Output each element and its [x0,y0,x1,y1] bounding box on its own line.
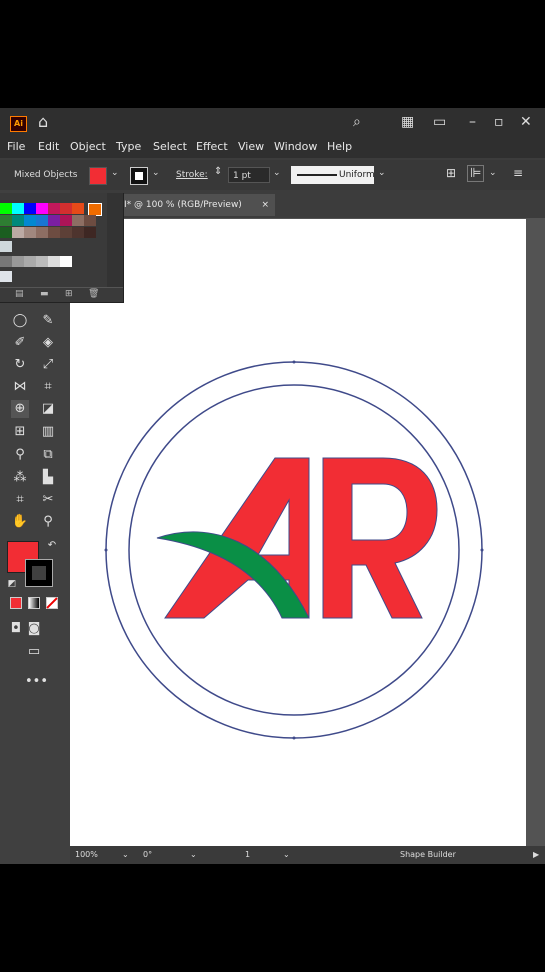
gradient-tool-icon[interactable]: ▥ [39,423,57,441]
swatches-popup: ▤ ▬ ⊞ 🗑 [0,193,124,303]
stroke-color-box[interactable] [25,559,53,587]
swatch-libraries-icon[interactable]: ▤ [15,289,24,299]
swatch[interactable] [24,203,36,214]
width-tool-icon[interactable]: ⋈ [11,378,29,396]
swatch[interactable] [36,215,48,226]
swatch[interactable] [72,227,84,238]
default-colors-icon[interactable]: ◩ [3,575,21,593]
palette-scrollbar[interactable] [107,193,123,288]
mesh-tool-icon[interactable]: ⊞ [11,423,29,441]
draw-mode-icon[interactable]: ◘ [7,620,25,638]
swatch[interactable] [48,203,60,214]
artboard-number[interactable]: 1 [245,850,250,859]
chevron-down-icon[interactable]: ⌄ [122,850,129,859]
swatch[interactable] [36,256,48,267]
new-swatch-icon[interactable]: ⊞ [65,289,73,299]
swatch[interactable] [24,256,36,267]
more-tools-icon[interactable]: ••• [25,673,48,691]
scale-tool-icon[interactable]: ⤢ [39,356,57,374]
swatch[interactable] [0,256,12,267]
swatch[interactable] [60,227,72,238]
swatch[interactable] [60,256,72,267]
perspective-tool-icon[interactable]: ◪ [39,400,57,418]
swatch[interactable] [36,203,48,214]
graph-tool-icon[interactable]: ▙ [39,469,57,487]
eyedropper-tool-icon[interactable]: ⚲ [11,446,29,464]
chevron-down-icon[interactable]: ⌄ [283,850,290,859]
swatch[interactable] [12,203,24,214]
swatch[interactable] [48,215,60,226]
swatch[interactable] [72,215,84,226]
symbol-sprayer-tool-icon[interactable]: ⁂ [11,469,29,487]
color-mode-icon[interactable] [7,597,25,615]
swatch[interactable] [36,227,48,238]
paintbrush-tool-icon[interactable]: ✎ [39,312,57,330]
delete-icon[interactable]: 🗑 [88,289,99,299]
chevron-down-icon[interactable]: ⌄ [190,850,197,859]
letter-r-shape [322,457,438,619]
swatch[interactable] [24,227,36,238]
swatch[interactable] [84,227,96,238]
artwork-layer [104,360,484,740]
zoom-tool-icon[interactable]: ⚲ [39,513,57,531]
swatch[interactable] [0,227,12,238]
play-icon[interactable]: ▶ [533,850,539,859]
swatch[interactable] [0,241,12,252]
ellipse-tool-icon[interactable]: ◯ [11,312,29,330]
rotation-value[interactable]: 0° [143,850,152,859]
swatch[interactable] [12,256,24,267]
swatch[interactable] [12,227,24,238]
none-mode-icon[interactable] [43,597,61,615]
artboard-tool-icon[interactable]: ⌗ [11,491,29,509]
rotate-tool-icon[interactable]: ↻ [11,356,29,374]
swatch[interactable] [72,203,84,214]
hand-tool-icon[interactable]: ✋ [11,513,29,531]
change-screen-mode-icon[interactable]: ▭ [25,643,43,661]
slice-tool-icon[interactable]: ✂ [39,491,57,509]
swatch[interactable] [0,203,12,214]
shaper-tool-icon[interactable]: ✐ [11,334,29,352]
status-bar: 100% ⌄ 0° ⌄ 1 ⌄ Shape Builder ▶ [70,846,545,864]
free-transform-tool-icon[interactable]: ⌗ [39,378,57,396]
swatch[interactable] [60,203,72,214]
shape-builder-tool-icon[interactable]: ⊕ [11,400,29,418]
screen-mode-icon[interactable]: ◙ [25,620,43,638]
swatch[interactable] [24,215,36,226]
blend-tool-icon[interactable]: ⧉ [39,446,57,464]
swatch[interactable] [48,256,60,267]
folder-icon[interactable]: ▬ [40,289,49,299]
swatch[interactable] [0,215,12,226]
swatch[interactable] [60,215,72,226]
swatch[interactable] [12,215,24,226]
eraser-tool-icon[interactable]: ◈ [39,334,57,352]
swatch[interactable] [48,227,60,238]
gradient-mode-icon[interactable] [25,597,43,615]
swatch[interactable] [84,215,96,226]
current-tool: Shape Builder [400,850,456,859]
zoom-level[interactable]: 100% [75,850,98,859]
swatch[interactable] [0,271,12,282]
swap-icon[interactable]: ↶ [43,537,61,555]
